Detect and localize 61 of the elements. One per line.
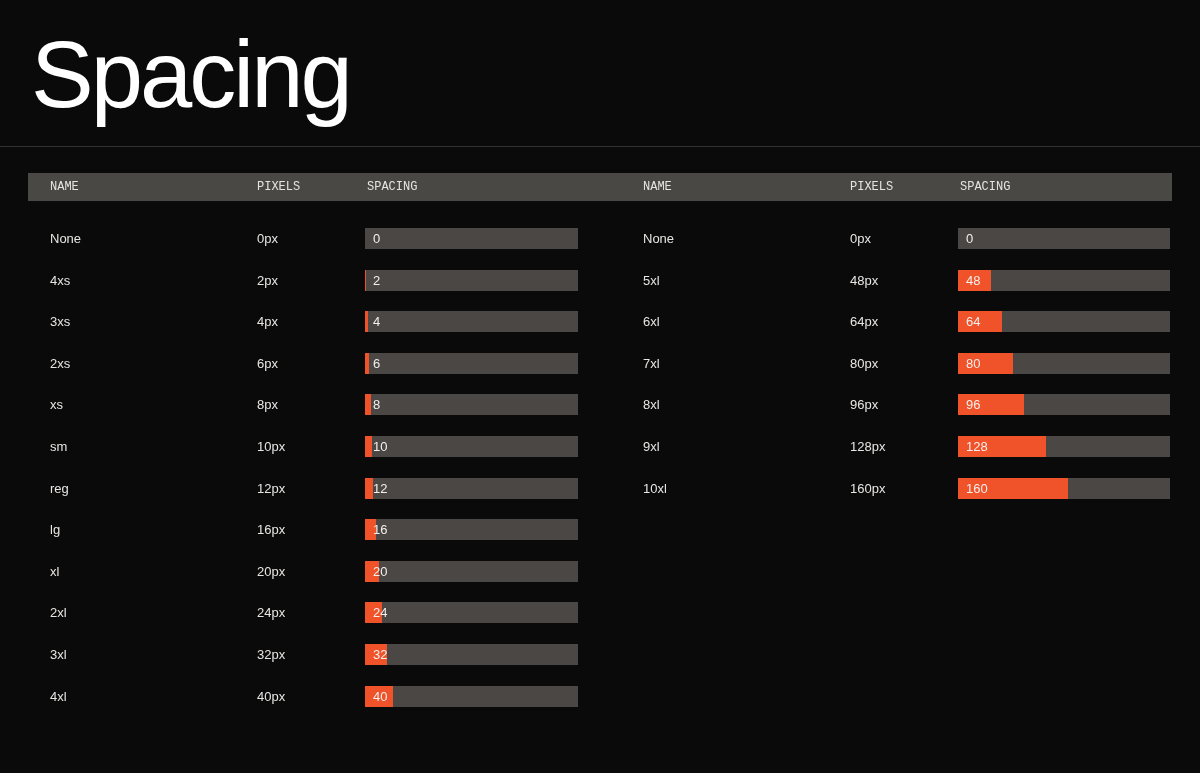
spacing-value: 48 <box>966 272 981 288</box>
pixel-value: 0px <box>850 231 871 246</box>
column-header: NAME <box>643 180 672 194</box>
spacing-value: 8 <box>373 397 381 413</box>
pixel-value: 160px <box>850 480 886 496</box>
spacing-value: 4 <box>373 314 381 330</box>
pixel-value: 4px <box>257 314 278 330</box>
token-name: 10xl <box>643 480 667 496</box>
spacing-value: 160 <box>966 480 988 496</box>
token-name: 4xs <box>50 272 71 288</box>
pixel-value: 64px <box>850 314 879 330</box>
column-header: SPACING <box>960 180 1011 194</box>
token-name: xs <box>50 397 63 413</box>
spacing-value: 12 <box>373 480 388 496</box>
column-header: SPACING <box>367 180 418 194</box>
column-header: NAME <box>50 180 79 194</box>
spacing-value: 6 <box>373 355 381 371</box>
token-name: 4xl <box>50 688 67 704</box>
token-name: None <box>643 231 675 246</box>
spacing-value: 32 <box>373 646 388 662</box>
column-header: PIXELS <box>257 180 301 194</box>
pixel-value: 24px <box>257 605 286 621</box>
spacing-value: 64 <box>966 314 981 330</box>
pixel-value: 128px <box>850 438 886 454</box>
spacing-value: 0 <box>373 231 381 246</box>
token-name: sm <box>50 438 68 454</box>
pixel-value: 48px <box>850 272 879 288</box>
spacing-value: 96 <box>966 397 981 413</box>
pixel-value: 8px <box>257 397 278 413</box>
pixel-value: 16px <box>257 522 286 538</box>
pixel-value: 2px <box>257 272 278 288</box>
spacing-value: 10 <box>373 438 388 454</box>
token-name: 5xl <box>643 272 660 288</box>
pixel-value: 12px <box>257 480 286 496</box>
token-name: 3xl <box>50 646 67 662</box>
pixel-value: 80px <box>850 355 879 371</box>
token-name: 9xl <box>643 438 660 454</box>
token-name: 2xs <box>50 355 71 371</box>
pixel-value: 32px <box>257 646 286 662</box>
token-name: 3xs <box>50 314 71 330</box>
pixel-value: 96px <box>850 397 879 413</box>
spacing-value: 2 <box>373 272 381 288</box>
spacing-value: 80 <box>966 355 981 371</box>
token-name: xl <box>50 563 60 579</box>
page-title: Spacing <box>31 21 351 129</box>
token-name: 7xl <box>643 355 660 371</box>
column-header: PIXELS <box>850 180 894 194</box>
pixel-value: 10px <box>257 438 286 454</box>
spacing-value: 0 <box>966 231 974 246</box>
token-name: lg <box>50 522 61 538</box>
pixel-value: 20px <box>257 563 286 579</box>
pixel-value: 40px <box>257 688 286 704</box>
token-name: 2xl <box>50 605 67 621</box>
pixel-value: 0px <box>257 231 278 246</box>
pixel-value: 6px <box>257 355 278 371</box>
token-name: None <box>50 231 82 246</box>
token-name: 6xl <box>643 314 660 330</box>
token-name: reg <box>50 480 69 496</box>
spacing-value: 40 <box>373 688 388 704</box>
spacing-value: 128 <box>966 438 988 454</box>
token-name: 8xl <box>643 397 660 413</box>
